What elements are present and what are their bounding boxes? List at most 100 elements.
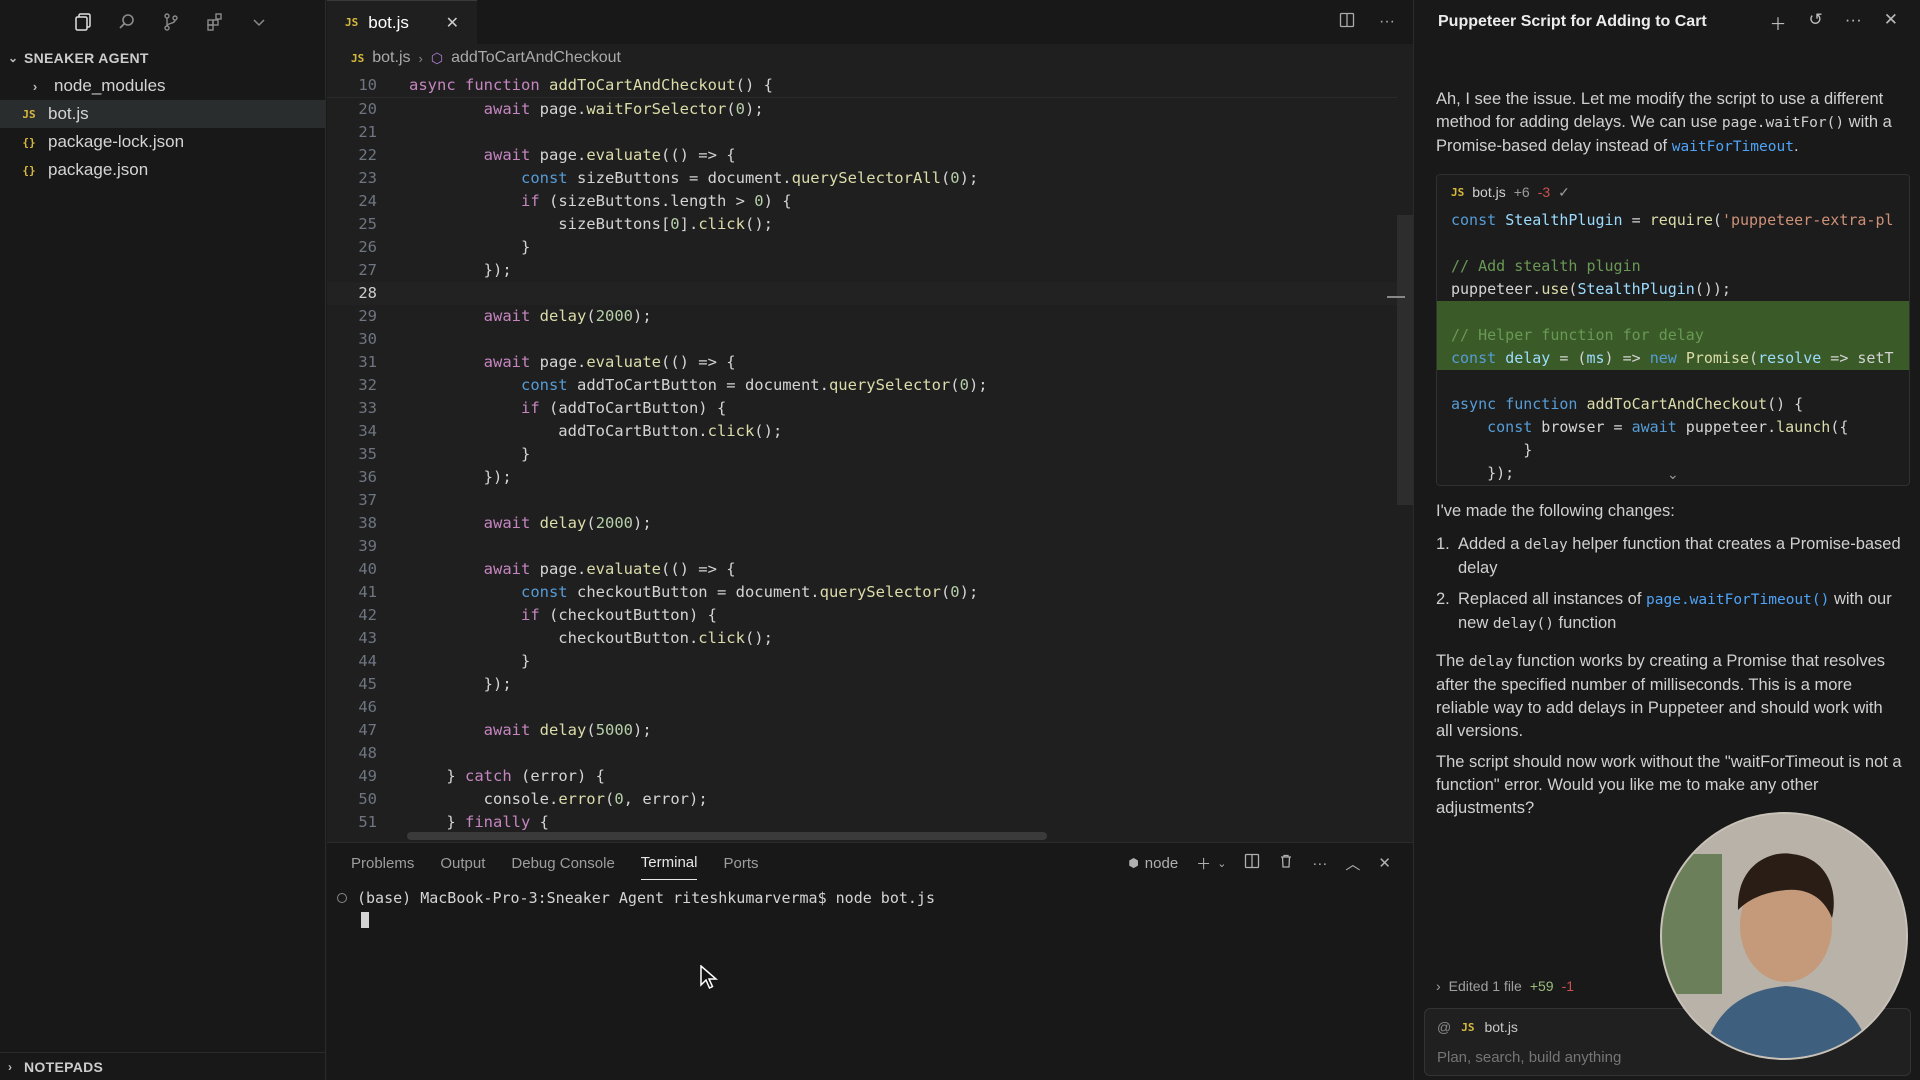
sticky-scroll-line[interactable]: 10 async function addToCartAndCheckout() …	[327, 72, 1397, 98]
code-line[interactable]: 50 console.error(0, error);	[327, 788, 1397, 811]
horizontal-scrollbar[interactable]	[407, 832, 1047, 840]
tab-debug-console[interactable]: Debug Console	[511, 847, 614, 880]
close-panel-icon[interactable]: ✕	[1378, 854, 1391, 872]
code-line[interactable]: 44 }	[327, 650, 1397, 673]
chevron-down-icon[interactable]: ⌄	[1217, 857, 1226, 870]
code-line[interactable]: 27 });	[327, 259, 1397, 282]
code-line: }	[1451, 441, 1533, 459]
inline-code-link[interactable]: page.waitForTimeout()	[1646, 592, 1829, 608]
breadcrumb-symbol[interactable]: addToCartAndCheckout	[451, 49, 621, 67]
line-number: 43	[358, 629, 377, 647]
split-terminal-icon[interactable]	[1244, 853, 1260, 873]
explorer-section-header[interactable]: ⌄ SNEAKER AGENT	[0, 44, 325, 72]
files-icon[interactable]	[72, 11, 94, 33]
notepads-section-header[interactable]: › NOTEPADS	[0, 1052, 326, 1080]
code-line[interactable]: 38 await delay(2000);	[327, 512, 1397, 535]
code-line[interactable]: 26 }	[327, 236, 1397, 259]
code-diff-block[interactable]: JS bot.js +6 -3 ✓ const StealthPlugin = …	[1436, 174, 1910, 486]
context-file[interactable]: bot.js	[1484, 1019, 1517, 1035]
code-line[interactable]: 30	[327, 328, 1397, 351]
code-area[interactable]: 10 async function addToCartAndCheckout() …	[327, 72, 1397, 842]
more-actions-icon[interactable]: ···	[1845, 10, 1862, 35]
new-terminal-icon[interactable]: ＋	[1196, 853, 1211, 874]
vertical-scrollbar[interactable]	[1397, 215, 1413, 505]
tab-output[interactable]: Output	[440, 847, 485, 880]
code-line[interactable]: 51 } finally {	[327, 811, 1397, 834]
close-icon[interactable]: ✕	[1884, 10, 1898, 35]
line-number: 31	[358, 353, 377, 371]
line-number: 41	[358, 583, 377, 601]
code-line[interactable]: 35 }	[327, 443, 1397, 466]
expand-chevron-icon[interactable]: ⌄	[1667, 466, 1679, 483]
trash-icon[interactable]	[1278, 853, 1294, 873]
new-chat-icon[interactable]: ＋	[1770, 10, 1787, 35]
code-line[interactable]: 41 const checkoutButton = document.query…	[327, 581, 1397, 604]
tab-ports[interactable]: Ports	[723, 847, 758, 880]
tab-bot-js[interactable]: JS bot.js ✕	[327, 0, 477, 44]
terminal-shell-selector[interactable]: ⬢ node	[1128, 855, 1178, 872]
breadcrumb-file[interactable]: bot.js	[372, 49, 410, 67]
code-line[interactable]: 43 checkoutButton.click();	[327, 627, 1397, 650]
code-line[interactable]: 34 addToCartButton.click();	[327, 420, 1397, 443]
close-icon[interactable]: ✕	[446, 13, 459, 33]
line-number: 36	[358, 468, 377, 486]
code-line[interactable]: 46	[327, 696, 1397, 719]
code-line[interactable]: 49 } catch (error) {	[327, 765, 1397, 788]
chat-header: Puppeteer Script for Adding to Cart ＋ ↺ …	[1414, 0, 1920, 44]
lines-added: +59	[1529, 978, 1554, 994]
line-number: 47	[358, 721, 377, 739]
source-control-icon[interactable]	[160, 11, 182, 33]
search-icon[interactable]	[116, 11, 138, 33]
code-line[interactable]: 39	[327, 535, 1397, 558]
code-line[interactable]: 31 await page.evaluate(() => {	[327, 351, 1397, 374]
code-line[interactable]: 28	[327, 282, 1397, 305]
line-number: 24	[358, 192, 377, 210]
code-line[interactable]: 20 await page.waitForSelector(0);	[327, 98, 1397, 121]
history-icon[interactable]: ↺	[1809, 10, 1823, 35]
code-line[interactable]: 48	[327, 742, 1397, 765]
code-line[interactable]: 33 if (addToCartButton) {	[327, 397, 1397, 420]
more-actions-icon[interactable]: ···	[1312, 855, 1327, 872]
tab-problems[interactable]: Problems	[351, 847, 414, 880]
code-line[interactable]: 36 });	[327, 466, 1397, 489]
code-line[interactable]: 29 await delay(2000);	[327, 305, 1397, 328]
line-number: 23	[358, 169, 377, 187]
code-text: await page.waitForSelector(0);	[483, 100, 764, 118]
tree-item-bot-js[interactable]: JS bot.js	[0, 100, 325, 128]
code-text: await page.evaluate(() => {	[483, 353, 736, 371]
code-line[interactable]: 37	[327, 489, 1397, 512]
tree-item-package-lock-json[interactable]: {} package-lock.json	[0, 128, 325, 156]
lines-removed: -1	[1561, 978, 1575, 994]
tab-terminal[interactable]: Terminal	[640, 846, 698, 880]
code-line[interactable]: 32 const addToCartButton = document.quer…	[327, 374, 1397, 397]
code-line[interactable]: 40 await page.evaluate(() => {	[327, 558, 1397, 581]
tree-item-node-modules[interactable]: › node_modules	[0, 72, 325, 100]
status-circle-icon	[337, 893, 347, 903]
split-editor-icon[interactable]	[1339, 12, 1355, 33]
code-line: // Add stealth plugin	[1451, 257, 1641, 275]
code-text: }	[409, 445, 531, 463]
code-line[interactable]: 21	[327, 121, 1397, 144]
code-line[interactable]: 42 if (checkoutButton) {	[327, 604, 1397, 627]
terminal[interactable]: (base) MacBook-Pro-3:Sneaker Agent rites…	[337, 887, 1393, 931]
chevron-down-icon[interactable]	[248, 11, 270, 33]
code-line[interactable]: 23 const sizeButtons = document.querySel…	[327, 167, 1397, 190]
code-line[interactable]: 22 await page.evaluate(() => {	[327, 144, 1397, 167]
chevron-right-icon: ›	[8, 1059, 13, 1074]
code-line[interactable]: 25 sizeButtons[0].click();	[327, 213, 1397, 236]
code-line[interactable]: 47 await delay(5000);	[327, 719, 1397, 742]
code-block-file[interactable]: bot.js	[1472, 184, 1505, 200]
inline-code-link[interactable]: waitForTimeout	[1672, 139, 1794, 155]
code-text: await delay(2000);	[483, 514, 652, 532]
tree-item-package-json[interactable]: {} package.json	[0, 156, 325, 184]
edited-files-summary[interactable]: › Edited 1 file +59 -1	[1436, 978, 1574, 994]
more-actions-icon[interactable]: ···	[1379, 13, 1395, 31]
maximize-panel-icon[interactable]: ︿	[1345, 853, 1360, 874]
code-line[interactable]: 45 });	[327, 673, 1397, 696]
extensions-icon[interactable]	[204, 11, 226, 33]
terminal-command: (base) MacBook-Pro-3:Sneaker Agent rites…	[357, 889, 935, 907]
chat-input[interactable]	[1437, 1049, 1737, 1066]
code-line[interactable]: 24 if (sizeButtons.length > 0) {	[327, 190, 1397, 213]
chevron-right-icon: ›	[418, 50, 423, 66]
at-mention-icon[interactable]: @	[1437, 1019, 1451, 1035]
